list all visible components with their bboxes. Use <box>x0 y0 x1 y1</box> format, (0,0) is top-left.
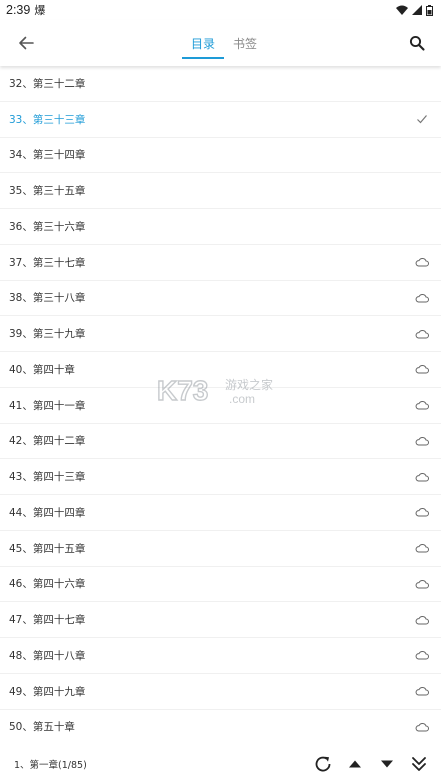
scroll-up-button[interactable] <box>341 750 369 778</box>
scroll-to-end-button[interactable] <box>405 750 433 778</box>
chapter-title: 45、第四十五章 <box>9 542 86 555</box>
refresh-icon <box>315 756 331 772</box>
row-icon-empty <box>415 148 429 162</box>
wifi-icon <box>396 5 408 15</box>
row-icon-empty <box>415 184 429 198</box>
arrow-left-icon <box>19 36 34 50</box>
chapter-row[interactable]: 40、第四十章 <box>0 352 441 388</box>
triangle-down-icon <box>381 760 393 768</box>
chapter-title: 36、第三十六章 <box>9 220 86 233</box>
battery-icon <box>426 4 433 16</box>
refresh-button[interactable] <box>309 750 337 778</box>
row-icon-empty <box>415 219 429 233</box>
tab-table-of-contents[interactable]: 目录 <box>182 20 224 66</box>
scroll-down-button[interactable] <box>373 750 401 778</box>
chapter-row[interactable]: 50、第五十章 <box>0 710 441 745</box>
cloud-icon <box>415 648 429 662</box>
cloud-icon <box>415 720 429 734</box>
tab-bar: 目录 书签 <box>182 20 264 66</box>
double-chevron-down-icon <box>412 757 426 771</box>
signal-icon <box>412 5 422 15</box>
chapter-row[interactable]: 45、第四十五章 <box>0 531 441 567</box>
back-button[interactable] <box>12 29 40 57</box>
cloud-icon <box>415 255 429 269</box>
chapter-title: 41、第四十一章 <box>9 399 86 412</box>
chapter-title: 43、第四十三章 <box>9 471 86 484</box>
chapter-title: 39、第三十九章 <box>9 328 86 341</box>
status-icons <box>396 4 433 16</box>
chapter-row[interactable]: 47、第四十七章 <box>0 602 441 638</box>
triangle-up-icon <box>349 760 361 768</box>
chapter-title: 42、第四十二章 <box>9 435 86 448</box>
chapter-row[interactable]: 44、第四十四章 <box>0 495 441 531</box>
chapter-title: 47、第四十七章 <box>9 614 86 627</box>
tab-bookmarks[interactable]: 书签 <box>226 20 264 66</box>
search-icon <box>409 35 425 51</box>
status-bar: 2:39 爆 <box>0 0 441 20</box>
status-time: 2:39 <box>6 3 31 17</box>
chapter-row[interactable]: 32、第三十二章 <box>0 66 441 102</box>
cloud-icon <box>415 541 429 555</box>
cloud-icon <box>415 505 429 519</box>
chapter-title: 46、第四十六章 <box>9 578 86 591</box>
chapter-title: 35、第三十五章 <box>9 185 86 198</box>
cloud-icon <box>415 362 429 376</box>
chapter-title: 32、第三十二章 <box>9 77 86 90</box>
chapter-row[interactable]: 39、第三十九章 <box>0 316 441 352</box>
bottom-bar: 1、第一章(1/85) <box>0 744 441 784</box>
chapter-row[interactable]: 34、第三十四章 <box>0 138 441 174</box>
chapter-row[interactable]: 35、第三十五章 <box>0 173 441 209</box>
chapter-row[interactable]: 43、第四十三章 <box>0 459 441 495</box>
chapter-title: 38、第三十八章 <box>9 292 86 305</box>
toolbar: 目录 书签 <box>0 20 441 66</box>
cloud-icon <box>415 684 429 698</box>
chapter-row[interactable]: 49、第四十九章 <box>0 674 441 710</box>
row-icon-empty <box>415 76 429 90</box>
chapter-title: 44、第四十四章 <box>9 506 86 519</box>
cloud-icon <box>415 434 429 448</box>
cloud-icon <box>415 327 429 341</box>
chapter-row[interactable]: 37、第三十七章 <box>0 245 441 281</box>
chapter-list: 32、第三十二章 33、第三十三章 34、第三十四章 35、第三十五章 36、第三十六章… <box>0 66 441 744</box>
cloud-icon <box>415 291 429 305</box>
chapter-title: 50、第五十章 <box>9 721 75 734</box>
chapter-title: 49、第四十九章 <box>9 685 86 698</box>
chapter-title: 40、第四十章 <box>9 363 75 376</box>
chapter-row-current[interactable]: 33、第三十三章 <box>0 102 441 138</box>
chapter-row[interactable]: 38、第三十八章 <box>0 281 441 317</box>
status-app-glyph: 爆 <box>34 4 46 17</box>
cloud-icon <box>415 577 429 591</box>
checkmark-icon <box>415 112 429 126</box>
bottom-actions <box>309 750 433 778</box>
chapter-title: 37、第三十七章 <box>9 256 86 269</box>
chapter-row[interactable]: 46、第四十六章 <box>0 567 441 603</box>
cloud-icon <box>415 398 429 412</box>
reading-progress-label: 1、第一章(1/85) <box>14 760 87 771</box>
chapter-row[interactable]: 42、第四十二章 <box>0 424 441 460</box>
chapter-title: 48、第四十八章 <box>9 649 86 662</box>
chapter-row[interactable]: 41、第四十一章 <box>0 388 441 424</box>
search-button[interactable] <box>403 29 431 57</box>
chapter-title: 34、第三十四章 <box>9 149 86 162</box>
chapter-title: 33、第三十三章 <box>9 113 86 126</box>
cloud-icon <box>415 470 429 484</box>
chapter-row[interactable]: 48、第四十八章 <box>0 638 441 674</box>
cloud-icon <box>415 613 429 627</box>
chapter-row[interactable]: 36、第三十六章 <box>0 209 441 245</box>
